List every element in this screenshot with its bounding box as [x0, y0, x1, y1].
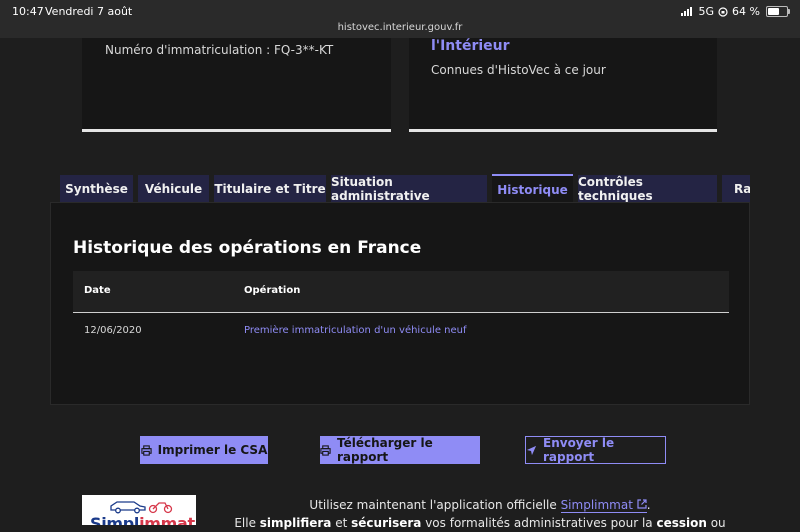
button-label: Télécharger le rapport: [337, 436, 433, 464]
promo-emphasis: cession: [656, 516, 707, 530]
button-label: Imprimer le CSA: [157, 443, 268, 457]
tab-label: Synthèse: [65, 181, 128, 196]
plate-number: Numéro d'immatriculation : FQ-3**-KT: [105, 43, 334, 57]
plate-card: Numéro d'immatriculation : FQ-3**-KT: [82, 38, 391, 132]
tab-synthese[interactable]: Synthèse: [60, 175, 133, 202]
status-indicators: 5G 64 %: [680, 5, 790, 18]
tab-label: Historique: [497, 182, 568, 197]
download-report-button[interactable]: Télécharger le rapport: [320, 436, 480, 464]
tab-vehicule[interactable]: Véhicule: [138, 175, 209, 202]
printer-icon: [141, 444, 152, 456]
logo-text-b: immat: [139, 514, 195, 525]
info-card-text: Connues d'HistoVec à ce jour: [431, 63, 606, 77]
column-header-date: Date: [84, 285, 111, 296]
simplimmat-logo[interactable]: Simplimmat: [82, 495, 196, 525]
tab-situation[interactable]: Situation administrative: [331, 175, 487, 202]
button-label: Envoyer le rapport: [543, 436, 615, 464]
status-time: 10:47: [12, 5, 44, 18]
printer-icon: [320, 444, 331, 456]
tab-controles[interactable]: Contrôles techniques: [578, 175, 717, 202]
network-label: 5G: [698, 5, 715, 18]
tab-label: Situation administrative: [331, 174, 430, 203]
send-icon: [526, 445, 537, 455]
tab-historique[interactable]: Historique: [492, 174, 573, 202]
promo-text-segment: Elle: [234, 516, 260, 530]
orientation-lock-icon: [718, 6, 728, 17]
car-icon: [110, 501, 146, 514]
promo-text-segment: Utilisez maintenant l'application offici…: [309, 498, 561, 512]
send-report-button[interactable]: Envoyer le rapport: [525, 436, 666, 464]
promo-emphasis: simplifiera: [259, 516, 332, 530]
promo-text-segment: vos formalités administratives pour la: [421, 516, 657, 530]
history-panel: Historique des opérations en France Date…: [50, 202, 750, 405]
external-link-icon: [637, 499, 647, 509]
tab-label: Ra: [734, 181, 750, 196]
tab-label: Véhicule: [144, 181, 203, 196]
logo-text-a: Simpl: [90, 514, 140, 525]
status-date: Vendredi 7 août: [45, 5, 133, 18]
print-csa-button[interactable]: Imprimer le CSA: [140, 436, 268, 464]
signal-icon: [680, 7, 692, 16]
promo-text: Utilisez maintenant l'application offici…: [210, 496, 750, 532]
status-bar: 10:47 Vendredi 7 août histovec.interieur…: [0, 0, 800, 38]
row-date: 12/06/2020: [84, 325, 142, 336]
logo-text: Simplimmat: [90, 514, 195, 525]
tab-rapport[interactable]: Ra: [722, 175, 750, 202]
row-operation-link[interactable]: Première immatriculation d'un véhicule n…: [244, 325, 467, 336]
promo-text-segment: et: [331, 516, 352, 530]
promo-text-segment: ou: [706, 516, 726, 530]
tab-bar: Synthèse Véhicule Titulaire et Titre Sit…: [60, 174, 750, 202]
simplimmat-link[interactable]: Simplimmat: [560, 498, 647, 513]
motorbike-icon: [148, 502, 173, 514]
info-card-title: l'Intérieur: [431, 38, 510, 54]
tab-label: Titulaire et Titre: [214, 181, 326, 196]
link-label: Simplimmat: [560, 498, 633, 512]
battery-icon: [766, 6, 790, 17]
table-header: Date Opération: [73, 271, 729, 313]
promo-emphasis: sécurisera: [351, 516, 422, 530]
url-bar[interactable]: histovec.interieur.gouv.fr: [0, 22, 800, 33]
battery-label: 64 %: [732, 5, 760, 18]
promo-text-segment: .: [646, 498, 651, 512]
tab-label: Contrôles techniques: [578, 174, 653, 203]
promo-line-1: Utilisez maintenant l'application offici…: [210, 496, 750, 514]
tab-titulaire[interactable]: Titulaire et Titre: [214, 175, 326, 202]
promo-line-2: Elle simplifiera et sécurisera vos forma…: [210, 514, 750, 532]
column-header-operation: Opération: [244, 285, 301, 296]
info-card: l'Intérieur Connues d'HistoVec à ce jour: [409, 38, 717, 132]
panel-title: Historique des opérations en France: [73, 238, 422, 258]
